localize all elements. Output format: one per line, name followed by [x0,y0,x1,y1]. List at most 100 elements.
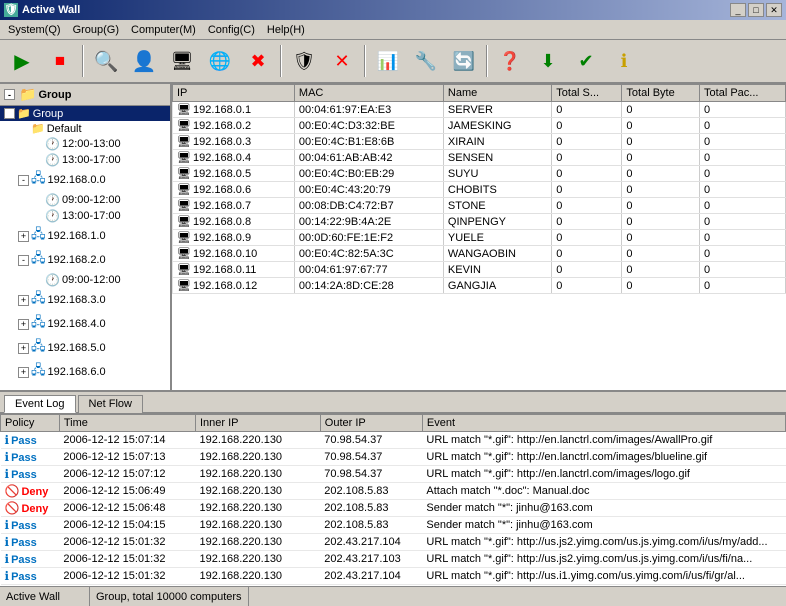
list-item[interactable]: ℹPass2006-12-12 15:01:32192.168.220.1302… [1,534,786,551]
tree-toggle[interactable]: + [18,343,29,354]
tab-net-flow[interactable]: Net Flow [78,395,143,413]
menu-help[interactable]: Help(H) [261,22,311,38]
download-button[interactable]: ⬇ [530,43,566,79]
table-row[interactable]: 🖥192.168.0.600:E0:4C:43:20:79CHOBITS000 [173,182,786,198]
table-row[interactable]: 🖥192.168.0.900:0D:60:FE:1E:F2YUELE000 [173,230,786,246]
status-left-text: Active Wall [6,591,60,603]
table-cell: 🖥192.168.0.11 [173,262,295,278]
tree-item[interactable]: -📁Group [0,106,170,121]
minimize-button[interactable]: _ [730,3,746,17]
check-button[interactable]: ✔ [568,43,604,79]
user-add-button[interactable]: 👤 [126,43,162,79]
close-button[interactable]: ✕ [766,3,782,17]
tree-panel: - 📁 Group -📁Group📁Default🕐12:00-13:00🕐13… [0,84,172,390]
log-cell: 192.168.220.130 [195,551,320,568]
tree-item[interactable]: 🕐13:00-17:00 [0,208,170,224]
tree-item[interactable]: -🖧192.168.2.0 [0,248,170,272]
tree-toggle[interactable]: + [18,367,29,378]
log-policy-cell: ℹPass [1,534,60,551]
menu-computer[interactable]: Computer(M) [125,22,202,38]
table-cell: 00:04:61:97:67:77 [294,262,443,278]
tree-item[interactable]: +🖧192.168.6.0 [0,360,170,384]
tree-toggle[interactable]: + [18,231,29,242]
table-cell: SERVER [443,102,551,118]
cross-button[interactable]: ✕ [324,43,360,79]
tree-item[interactable]: 🕐09:00-12:00 [0,272,170,288]
tree-toggle[interactable]: + [18,295,29,306]
table-row[interactable]: 🖥192.168.0.1000:E0:4C:82:5A:3CWANGAOBIN0… [173,246,786,262]
table-row[interactable]: 🖥192.168.0.800:14:22:9B:4A:2EQINPENGY000 [173,214,786,230]
log-col-header: Outer IP [320,415,422,432]
table-row[interactable]: 🖥192.168.0.700:08:DB:C4:72:B7STONE000 [173,198,786,214]
log-cell: 2006-12-12 15:01:32 [59,534,195,551]
play-button[interactable]: ▶ [4,43,40,79]
list-item[interactable]: ℹPass2006-12-12 15:01:32192.168.220.1302… [1,551,786,568]
tree-item[interactable]: +🖧192.168.5.0 [0,336,170,360]
table-row[interactable]: 🖥192.168.0.400:04:61:AB:AB:42SENSEN000 [173,150,786,166]
help-button[interactable]: ❓ [492,43,528,79]
table-cell: 0 [552,214,622,230]
tree-item-label: 12:00-13:00 [62,138,121,150]
table-cell: 0 [700,214,786,230]
table-row[interactable]: 🖥192.168.0.200:E0:4C:D3:32:BEJAMESKING00… [173,118,786,134]
list-item[interactable]: 🚫Deny2006-12-12 15:01:31192.168.220.1302… [1,585,786,587]
tree-item[interactable]: 🕐12:00-13:00 [0,136,170,152]
delete-button[interactable]: ✖ [240,43,276,79]
table-row[interactable]: 🖥192.168.0.300:E0:4C:B1:E8:6BXIRAIN000 [173,134,786,150]
computer-table-panel: IPMACNameTotal S...Total ByteTotal Pac..… [172,84,786,390]
list-item[interactable]: ℹPass2006-12-12 15:04:15192.168.220.1302… [1,517,786,534]
table-row[interactable]: 🖥192.168.0.1100:04:61:97:67:77KEVIN000 [173,262,786,278]
table-cell: 00:0D:60:FE:1E:F2 [294,230,443,246]
find-button[interactable]: 🔍 [88,43,124,79]
log-cell: 192.168.220.130 [195,517,320,534]
tree-item[interactable]: +🖧192.168.4.0 [0,312,170,336]
menu-system[interactable]: System(Q) [2,22,67,38]
computer-button[interactable]: 🖥 [164,43,200,79]
tree-toggle[interactable]: - [18,175,29,186]
tree-toggle[interactable]: - [18,255,29,266]
tree-item[interactable]: +🖧192.168.3.0 [0,288,170,312]
log-policy-cell: ℹPass [1,517,60,534]
tree-item[interactable]: 📁Default [0,121,170,136]
tree-toggle[interactable]: - [4,108,15,119]
info-button[interactable]: ℹ [606,43,642,79]
menu-config[interactable]: Config(C) [202,22,261,38]
table-row[interactable]: 🖥192.168.0.500:E0:4C:B0:EB:29SUYU000 [173,166,786,182]
tree-root-toggle[interactable]: - [4,89,15,100]
log-cell: 2006-12-12 15:07:13 [59,449,195,466]
tree-toggle[interactable]: + [18,319,29,330]
refresh-button[interactable]: 🔄 [446,43,482,79]
table-row[interactable]: 🖥192.168.0.1200:14:2A:8D:CE:28GANGJIA000 [173,278,786,294]
table-cell: 0 [700,278,786,294]
policy-label: Pass [11,554,37,566]
list-item[interactable]: 🚫Deny2006-12-12 15:06:49192.168.220.1302… [1,483,786,500]
list-item[interactable]: ℹPass2006-12-12 15:01:32192.168.220.1302… [1,568,786,585]
chart-button[interactable]: 📊 [370,43,406,79]
table-row[interactable]: 🖥192.168.0.100:04:61:97:EA:E3SERVER000 [173,102,786,118]
tree-item[interactable]: 🕐09:00-12:00 [0,192,170,208]
log-cell: 192.168.220.130 [195,500,320,517]
list-item[interactable]: ℹPass2006-12-12 15:07:14192.168.220.1307… [1,432,786,449]
table-cell: 00:E0:4C:D3:32:BE [294,118,443,134]
table-cell: 🖥192.168.0.2 [173,118,295,134]
log-cell: URL match "*.gif": http://en.lanctrl.com… [422,449,785,466]
tree-item[interactable]: 🕐13:00-17:00 [0,152,170,168]
table-cell: 0 [622,166,700,182]
tree-item[interactable]: -🖧192.168.0.0 [0,168,170,192]
tab-event-log[interactable]: Event Log [4,395,76,413]
menu-group[interactable]: Group(G) [67,22,125,38]
tree-item-icon: 🖧 [31,289,46,311]
policy-label: Pass [11,571,37,583]
network-button[interactable]: 🌐 [202,43,238,79]
tree-item-icon: 🖧 [31,337,46,359]
maximize-button[interactable]: □ [748,3,764,17]
list-item[interactable]: 🚫Deny2006-12-12 15:06:48192.168.220.1302… [1,500,786,517]
shield-button[interactable]: 🛡 [286,43,322,79]
list-item[interactable]: ℹPass2006-12-12 15:07:12192.168.220.1307… [1,466,786,483]
stop-button[interactable]: ⏹ [42,43,78,79]
tree-item[interactable]: +🖧192.168.1.0 [0,224,170,248]
tools-button[interactable]: 🔧 [408,43,444,79]
event-log-table: PolicyTimeInner IPOuter IPEvent ℹPass200… [0,414,786,586]
list-item[interactable]: ℹPass2006-12-12 15:07:13192.168.220.1307… [1,449,786,466]
pass-icon: ℹ [5,467,10,481]
